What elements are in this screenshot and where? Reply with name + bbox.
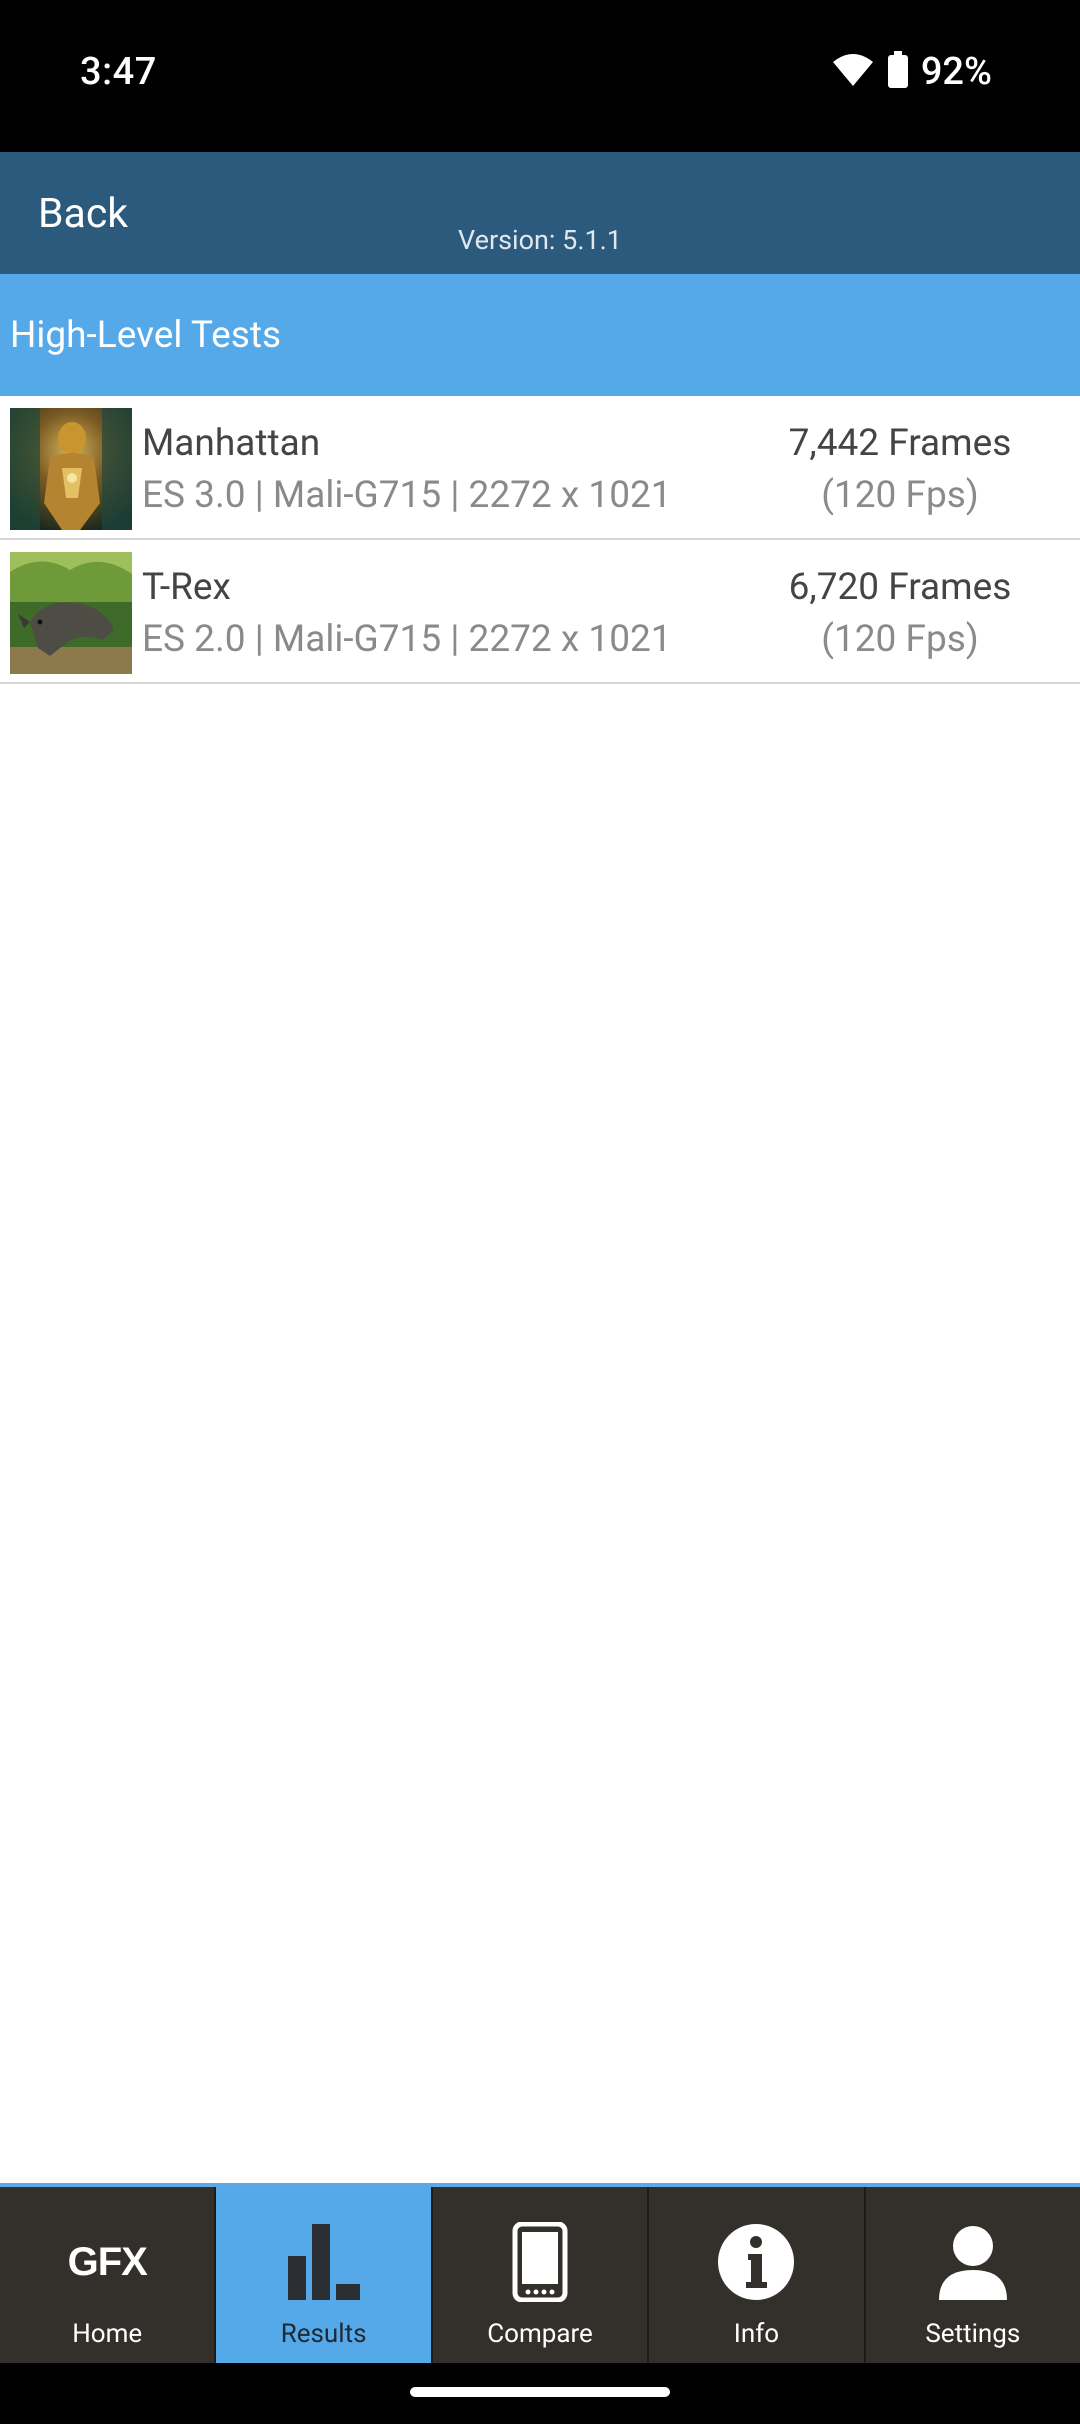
battery-percent: 92% (920, 50, 992, 94)
battery-icon (887, 51, 909, 93)
status-icons: 92% (831, 50, 992, 94)
bottom-nav: GFX Home Results Compare Info Settings (0, 2183, 1080, 2363)
nav-label: Settings (925, 2319, 1021, 2349)
info-icon (711, 2217, 801, 2307)
trex-thumbnail (10, 552, 132, 674)
status-bar: 3:47 92% (0, 0, 1080, 152)
nav-item-settings[interactable]: Settings (866, 2187, 1080, 2363)
gfx-logo: GFX (67, 2239, 148, 2284)
app-header: Back Version: 5.1.1 (0, 152, 1080, 274)
nav-label: Info (733, 2319, 780, 2349)
gfx-logo-icon: GFX (62, 2217, 152, 2307)
version-label: Version: 5.1.1 (458, 224, 622, 256)
nav-label: Home (72, 2319, 143, 2349)
gesture-handle[interactable] (410, 2387, 670, 2397)
section-title: High-Level Tests (10, 314, 282, 357)
test-fps: (120 Fps) (821, 474, 979, 517)
nav-item-compare[interactable]: Compare (433, 2187, 650, 2363)
test-frames: 6,720 Frames (788, 566, 1012, 609)
bar-chart-icon (279, 2217, 369, 2307)
test-name: Manhattan (142, 422, 321, 465)
section-header: High-Level Tests (0, 274, 1080, 396)
test-name: T-Rex (142, 566, 231, 609)
test-row-manhattan[interactable]: Manhattan ES 3.0 | Mali-G715 | 2272 x 10… (0, 396, 1080, 540)
user-icon (928, 2217, 1018, 2307)
test-list: Manhattan ES 3.0 | Mali-G715 | 2272 x 10… (0, 396, 1080, 684)
test-specs: ES 3.0 | Mali-G715 | 2272 x 1021 (142, 474, 672, 517)
nav-label: Compare (487, 2319, 593, 2349)
test-frames: 7,442 Frames (788, 422, 1012, 465)
nav-item-home[interactable]: GFX Home (0, 2187, 217, 2363)
manhattan-thumbnail (10, 408, 132, 530)
status-time: 3:47 (80, 50, 157, 94)
nav-label: Results (280, 2319, 367, 2349)
wifi-icon (831, 52, 875, 92)
phone-icon (495, 2217, 585, 2307)
gesture-area (0, 2363, 1080, 2424)
test-row-trex[interactable]: T-Rex ES 2.0 | Mali-G715 | 2272 x 1021 6… (0, 540, 1080, 684)
nav-item-info[interactable]: Info (649, 2187, 866, 2363)
nav-item-results[interactable]: Results (216, 2187, 433, 2363)
test-fps: (120 Fps) (821, 618, 979, 661)
test-specs: ES 2.0 | Mali-G715 | 2272 x 1021 (142, 618, 672, 661)
